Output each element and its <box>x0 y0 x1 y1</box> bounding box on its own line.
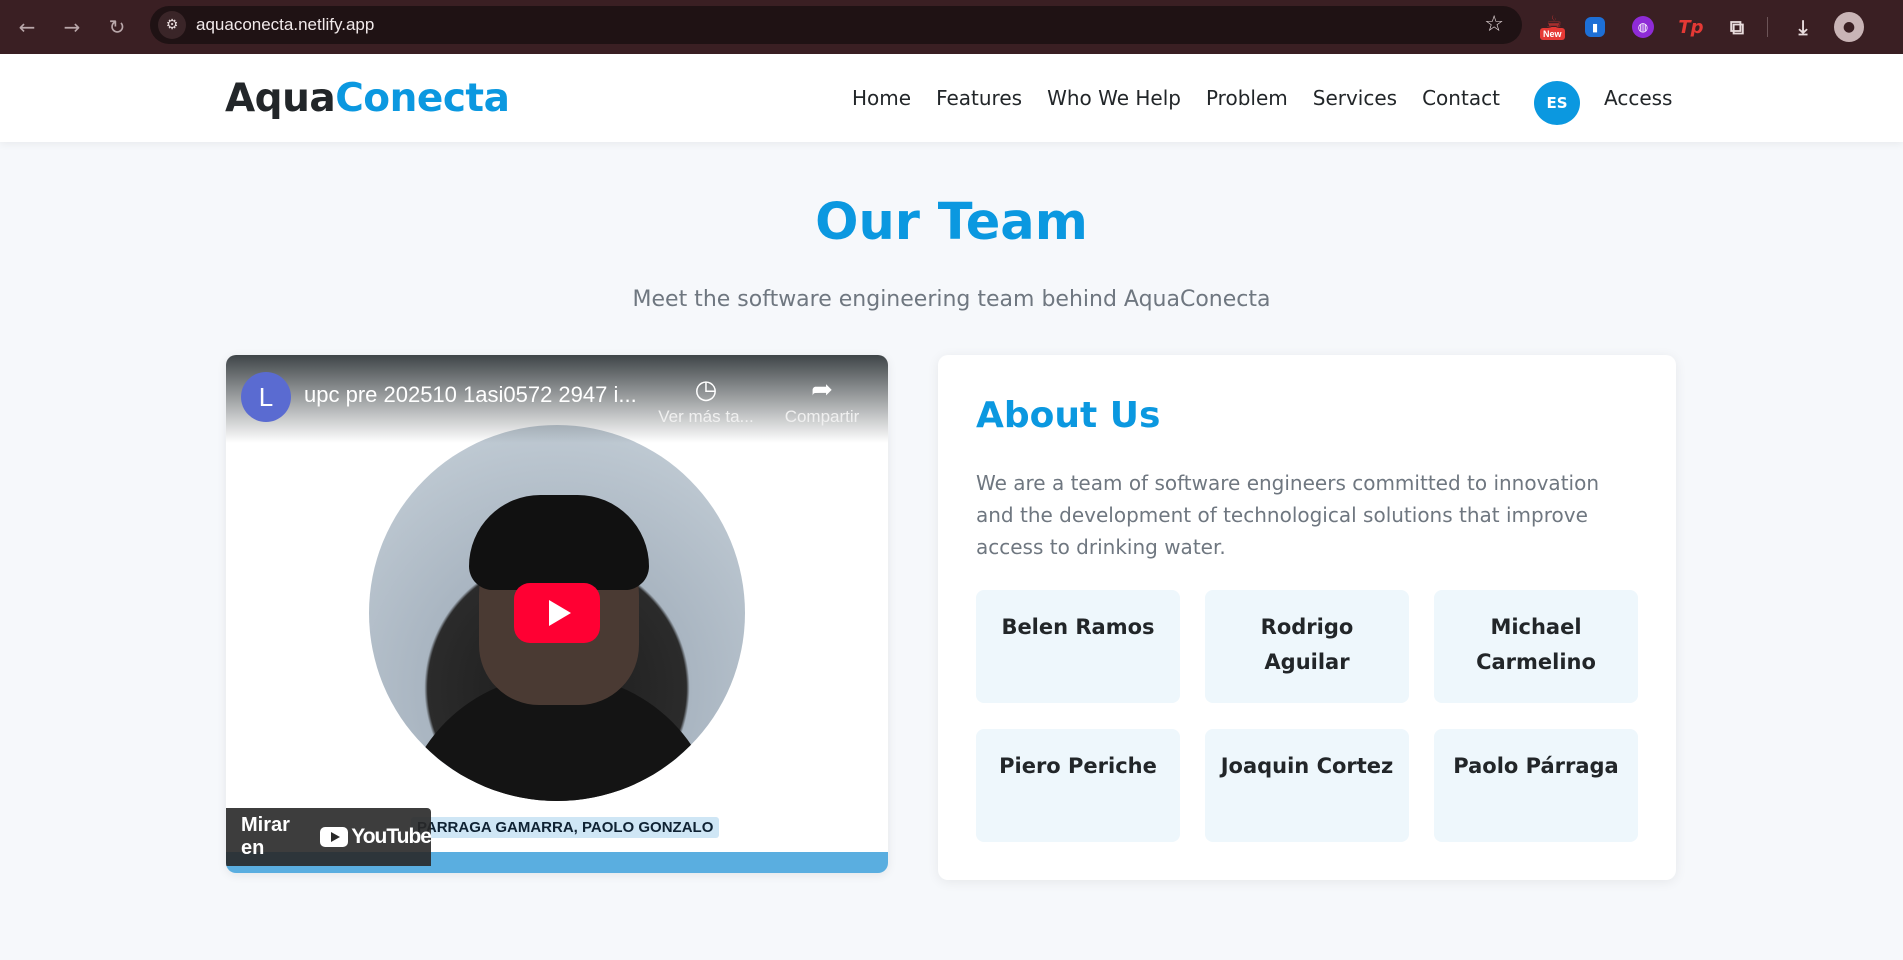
logo-part2: Conecta <box>335 76 510 121</box>
star-icon[interactable]: ☆ <box>1484 12 1504 37</box>
forward-icon[interactable]: → <box>55 10 89 44</box>
share-button[interactable]: ➦ Compartir <box>772 371 872 427</box>
team-member-card: Joaquin Cortez <box>1205 729 1409 842</box>
video-caption: PARRAGA GAMARRA, PAOLO GONZALO <box>411 817 720 838</box>
share-arrow-icon: ➦ <box>811 374 833 404</box>
address-bar[interactable]: ⚙ aquaconecta.netlify.app ☆ <box>150 6 1522 44</box>
nav-who-we-help[interactable]: Who We Help <box>1047 86 1181 110</box>
youtube-play-icon <box>320 827 349 847</box>
logo[interactable]: AquaConecta <box>225 76 510 121</box>
section-subtitle: Meet the software engineering team behin… <box>632 287 1271 312</box>
nav-services[interactable]: Services <box>1313 86 1397 110</box>
globe-extension-icon[interactable]: ◍ <box>1632 16 1654 38</box>
play-button[interactable] <box>514 583 600 643</box>
new-badge: New <box>1540 28 1565 40</box>
about-description: We are a team of software engineers comm… <box>976 471 1599 559</box>
trello-icon[interactable]: ▮ <box>1585 17 1605 37</box>
nav-home[interactable]: Home <box>852 86 911 110</box>
team-member-card: Michael Carmelino <box>1434 590 1638 703</box>
watch-on-youtube-button[interactable]: Mirar en YouTube <box>226 808 432 866</box>
watch-later-button[interactable]: ◷ Ver más ta... <box>656 371 756 427</box>
watch-later-label: Ver más ta... <box>658 407 754 426</box>
reload-icon[interactable]: ↻ <box>100 10 134 44</box>
youtube-logo: YouTube <box>320 825 432 849</box>
team-member-card: Belen Ramos <box>976 590 1180 703</box>
browser-toolbar: ← → ↻ ⚙ aquaconecta.netlify.app ☆ ☕ New … <box>0 0 1903 54</box>
extension-new-icon[interactable]: ☕ New <box>1540 12 1570 42</box>
section-title: Our Team <box>815 193 1088 252</box>
toolbar-divider <box>1767 17 1768 37</box>
team-member-card: Paolo Párraga <box>1434 729 1638 842</box>
about-title: About Us <box>976 395 1161 436</box>
team-member-card: Piero Periche <box>976 729 1180 842</box>
video-title[interactable]: upc pre 202510 1asi0572 2947 i... <box>304 382 637 408</box>
channel-avatar[interactable]: L <box>241 372 291 422</box>
tp-extension-icon[interactable]: Tp <box>1676 12 1706 42</box>
language-toggle-button[interactable]: ES <box>1534 81 1580 125</box>
url-text[interactable]: aquaconecta.netlify.app <box>196 15 374 35</box>
clock-icon: ◷ <box>694 374 718 404</box>
team-member-card: Rodrigo Aguilar <box>1205 590 1409 703</box>
extensions-puzzle-icon[interactable]: ⧉ <box>1722 12 1752 42</box>
back-icon[interactable]: ← <box>10 10 44 44</box>
share-label: Compartir <box>784 407 860 426</box>
logo-part1: Aqua <box>225 76 336 121</box>
main-nav: Home Features Who We Help Problem Servic… <box>852 86 1525 110</box>
nav-contact[interactable]: Contact <box>1422 86 1500 110</box>
about-card: About Us We are a team of software engin… <box>938 355 1676 880</box>
access-link[interactable]: Access <box>1604 86 1672 110</box>
profile-avatar[interactable]: ● <box>1834 12 1864 42</box>
youtube-wordmark: YouTube <box>351 825 432 848</box>
thumbnail-hair <box>469 495 649 590</box>
nav-features[interactable]: Features <box>936 86 1022 110</box>
nav-problem[interactable]: Problem <box>1206 86 1288 110</box>
play-icon <box>548 600 571 626</box>
youtube-video-embed[interactable]: L upc pre 202510 1asi0572 2947 i... ◷ Ve… <box>226 355 888 873</box>
site-header: AquaConecta Home Features Who We Help Pr… <box>0 54 1903 142</box>
download-icon[interactable]: ⤓ <box>1788 12 1818 42</box>
site-info-icon[interactable]: ⚙ <box>158 11 186 39</box>
watch-on-label: Mirar en <box>241 814 290 859</box>
